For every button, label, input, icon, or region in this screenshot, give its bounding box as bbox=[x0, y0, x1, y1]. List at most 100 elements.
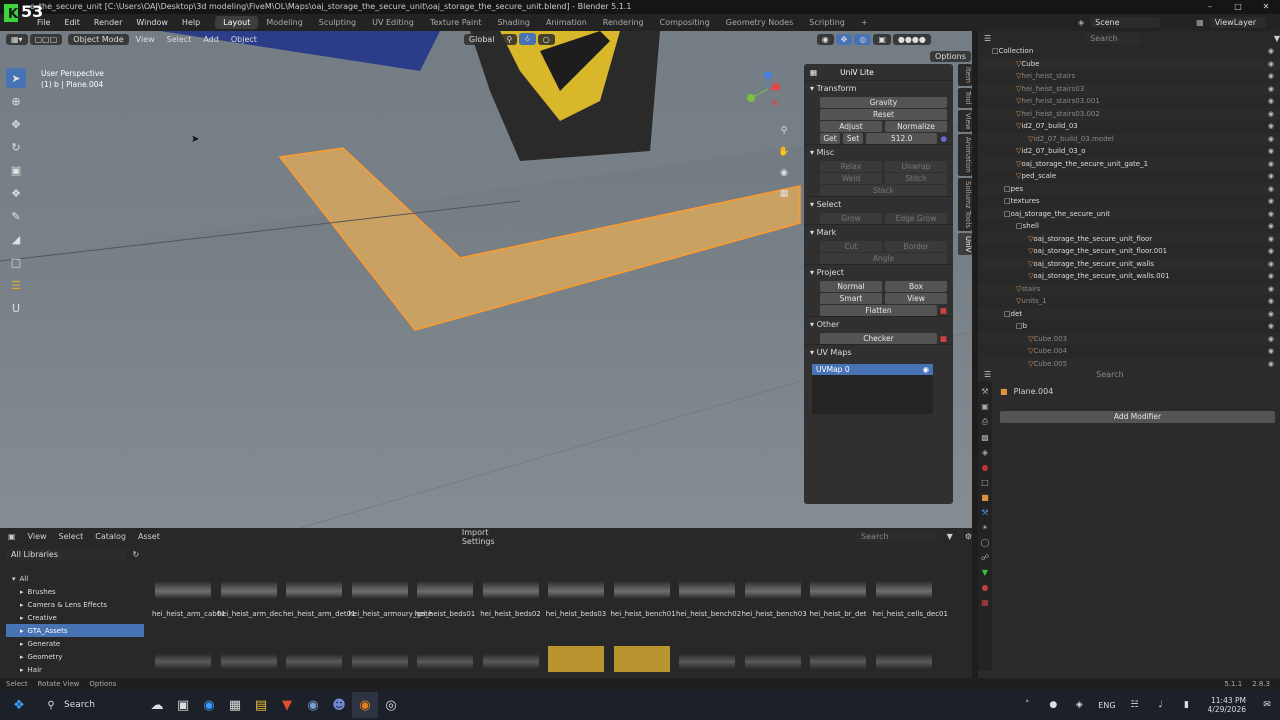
camera-icon[interactable]: ◉ bbox=[776, 165, 792, 181]
scene-selector[interactable]: Scene bbox=[1090, 17, 1161, 28]
flatten-trash-icon[interactable]: ■ bbox=[940, 306, 947, 315]
outliner-row[interactable]: ▽ Cube.004 ◉ bbox=[978, 345, 1280, 358]
section-transform[interactable]: ▾ Transform bbox=[804, 80, 953, 96]
xray-icon[interactable]: ▣ bbox=[873, 33, 891, 45]
stitch-button[interactable]: Stitch bbox=[885, 172, 947, 184]
eye-icon[interactable]: ◉ bbox=[1268, 235, 1274, 243]
blender-taskbar-icon[interactable]: ◉ bbox=[352, 692, 378, 718]
taskbar-search-icon[interactable]: ⚲ bbox=[38, 692, 64, 718]
language-indicator[interactable]: ENG bbox=[1092, 701, 1121, 710]
outliner-row[interactable]: ▽ Cube.005 ◉ bbox=[978, 357, 1280, 367]
file-explorer-icon[interactable]: ▤ bbox=[248, 692, 274, 718]
grid-ortho-icon[interactable]: ▦ bbox=[776, 186, 792, 202]
outliner-row[interactable]: □ textures ◉ bbox=[978, 195, 1280, 208]
viewport-menu-select[interactable]: Select bbox=[162, 34, 197, 45]
output-props-icon[interactable]: ⎙ bbox=[982, 417, 988, 427]
tab-scripting[interactable]: Scripting bbox=[801, 16, 853, 29]
set-button[interactable]: Set bbox=[843, 132, 863, 144]
edge-icon[interactable]: ◉ bbox=[196, 692, 222, 718]
tray-app-icon[interactable]: ● bbox=[1040, 692, 1066, 718]
stack-button[interactable]: Stack bbox=[820, 184, 947, 196]
viewport-options-button[interactable]: Options bbox=[930, 51, 971, 62]
eye-icon[interactable]: ◉ bbox=[1268, 47, 1274, 55]
steam-icon[interactable]: ◉ bbox=[300, 692, 326, 718]
overlay-icon[interactable]: ◎ bbox=[854, 33, 872, 45]
properties-search[interactable]: Search bbox=[1091, 368, 1182, 380]
asset-thumbnail[interactable]: hei_heist_beds01 bbox=[414, 570, 476, 619]
proportional-edit-icon[interactable]: ○ bbox=[537, 33, 555, 45]
eye-icon[interactable]: ◉ bbox=[1268, 297, 1274, 305]
normal-button[interactable]: Normal bbox=[820, 280, 882, 292]
visibility-icon[interactable]: ◉ bbox=[816, 33, 834, 45]
asset-thumbnail[interactable]: hei_heist_bench02 bbox=[676, 570, 741, 619]
notification-icon[interactable]: ✉ bbox=[1254, 692, 1280, 718]
asset-thumbnail[interactable]: hei_heist_beds03 bbox=[545, 570, 607, 619]
section-mark[interactable]: ▾ Mark bbox=[804, 224, 953, 240]
relax-button[interactable]: Relax bbox=[820, 160, 882, 172]
outliner-row[interactable]: ▽ oaj_storage_the_secure_unit_floor ◉ bbox=[978, 232, 1280, 245]
eye-icon[interactable]: ◉ bbox=[1268, 72, 1274, 80]
tab-sculpting[interactable]: Sculpting bbox=[311, 16, 364, 29]
grow-button[interactable]: Grow bbox=[820, 212, 882, 224]
viewport-menu-add[interactable]: Add bbox=[198, 34, 224, 45]
refresh-icon[interactable]: ↻ bbox=[133, 550, 140, 559]
angle-button[interactable]: Angle bbox=[820, 252, 947, 264]
border-button[interactable]: Border bbox=[885, 240, 947, 252]
add-modifier-button[interactable]: Add Modifier bbox=[1000, 411, 1275, 423]
gta-tool-icon[interactable]: ☰ bbox=[6, 275, 26, 295]
catalog-item[interactable]: ▾ All bbox=[6, 572, 144, 585]
move-tool-icon[interactable]: ✥ bbox=[6, 114, 26, 134]
pan-hand-icon[interactable]: ✋ bbox=[776, 144, 792, 160]
tab-univ[interactable]: UniV bbox=[958, 232, 972, 256]
asset-thumbnail[interactable] bbox=[218, 646, 280, 676]
flatten-button[interactable]: Flatten bbox=[820, 304, 937, 316]
eye-icon[interactable]: ◉ bbox=[1268, 110, 1274, 118]
tab-item[interactable]: Item bbox=[958, 64, 972, 86]
pivot-icon[interactable]: ⚲ bbox=[501, 33, 518, 45]
outliner-row[interactable]: ▽ oaj_storage_the_secure_unit_walls.001 ◉ bbox=[978, 270, 1280, 283]
eye-icon[interactable]: ◉ bbox=[1268, 135, 1274, 143]
asset-thumbnail[interactable] bbox=[611, 646, 673, 676]
outliner-row[interactable]: ▽ hei_heist_stairs ◉ bbox=[978, 70, 1280, 83]
volume-icon[interactable]: ♩ bbox=[1148, 692, 1174, 718]
outliner-row[interactable]: ▽ id2_07_build_03_o ◉ bbox=[978, 145, 1280, 158]
battery-icon[interactable]: ▮ bbox=[1174, 692, 1200, 718]
asset-thumbnail[interactable] bbox=[283, 646, 345, 676]
task-view-icon[interactable]: ▣ bbox=[170, 692, 196, 718]
outliner-row[interactable]: ▽ hei_heist_stairs03 ◉ bbox=[978, 82, 1280, 95]
asset-thumbnail[interactable] bbox=[676, 646, 738, 676]
asset-thumbnail[interactable]: hei_heist_bench03 bbox=[742, 570, 807, 619]
shading-modes[interactable]: ●●●● bbox=[892, 33, 931, 45]
asset-thumbnail[interactable]: hei_heist_br_det bbox=[807, 570, 869, 619]
menu-window[interactable]: Window bbox=[129, 18, 175, 27]
catalog-item[interactable]: ▸ Camera & Lens Effects bbox=[6, 598, 144, 611]
object-mode-dropdown[interactable]: Object Mode bbox=[68, 33, 129, 45]
catalog-item[interactable]: ▸ Hair bbox=[6, 663, 144, 676]
asset-thumbnail[interactable] bbox=[807, 646, 869, 676]
tab-texture-paint[interactable]: Texture Paint bbox=[422, 16, 490, 29]
eye-icon[interactable]: ◉ bbox=[1268, 85, 1274, 93]
asset-thumbnail[interactable] bbox=[349, 646, 411, 676]
univ-tool-icon[interactable]: U bbox=[6, 298, 26, 318]
eye-icon[interactable]: ◉ bbox=[1268, 160, 1274, 168]
asset-menu-view[interactable]: View bbox=[28, 532, 47, 541]
uv-map-item[interactable]: UVMap 0 ◉ bbox=[812, 364, 933, 375]
outliner-row[interactable]: ▽ hei_heist_stairs03.002 ◉ bbox=[978, 107, 1280, 120]
edge-grow-button[interactable]: Edge Grow bbox=[885, 212, 947, 224]
transform-tool-icon[interactable]: ❖ bbox=[6, 183, 26, 203]
outliner-row[interactable]: ▽ id2_07_build_03.model ◉ bbox=[978, 132, 1280, 145]
viewport-menu-view[interactable]: View bbox=[131, 34, 160, 45]
outliner-row[interactable]: □ b ◉ bbox=[978, 320, 1280, 333]
camera-render-icon[interactable]: ◉ bbox=[922, 364, 929, 375]
section-misc[interactable]: ▾ Misc bbox=[804, 144, 953, 160]
outliner-row[interactable]: ▽ id2_07_build_03 ◉ bbox=[978, 120, 1280, 133]
transform-orientation-dropdown[interactable]: Global bbox=[463, 33, 500, 45]
adjust-button[interactable]: Adjust bbox=[820, 120, 882, 132]
eye-icon[interactable]: ◉ bbox=[1268, 322, 1274, 330]
outliner-row[interactable]: ▽ oaj_storage_the_secure_unit_floor.001 ◉ bbox=[978, 245, 1280, 258]
section-select[interactable]: ▾ Select bbox=[804, 196, 953, 212]
eye-icon[interactable]: ◉ bbox=[1268, 260, 1274, 268]
material-props-icon[interactable]: ● bbox=[982, 583, 989, 592]
eye-icon[interactable]: ◉ bbox=[1268, 360, 1274, 367]
get-button[interactable]: Get bbox=[820, 132, 840, 144]
